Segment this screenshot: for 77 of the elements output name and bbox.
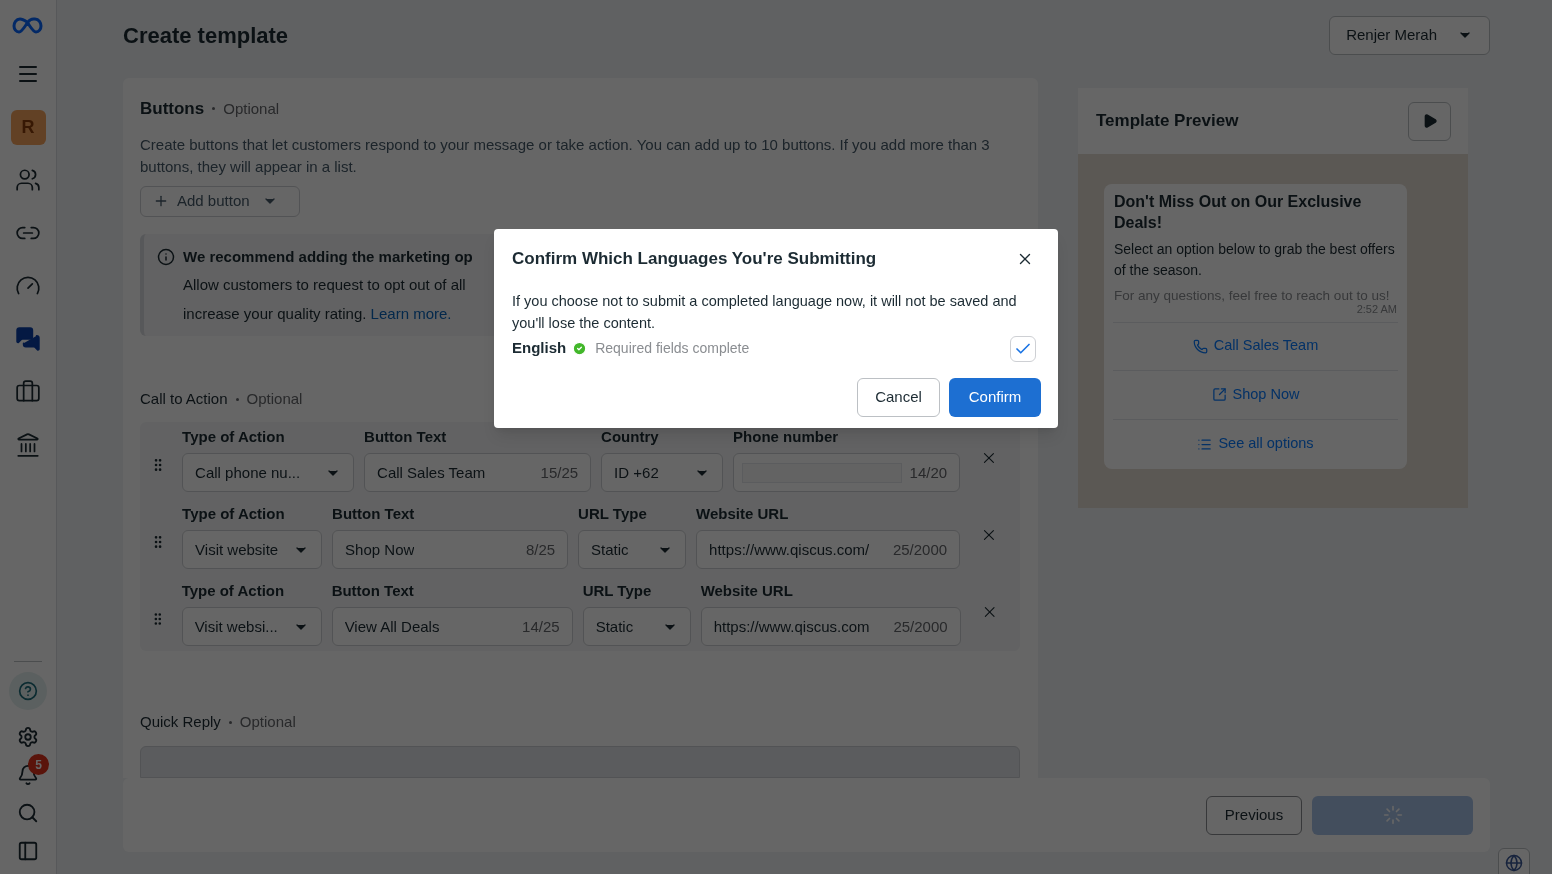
text-field[interactable]: Call Sales Team 15/25 bbox=[364, 453, 592, 493]
text-field[interactable]: Shop Now 8/25 bbox=[332, 530, 569, 570]
globe-icon bbox=[1505, 854, 1523, 872]
optional-label: Optional bbox=[246, 388, 303, 409]
check-circle-icon bbox=[572, 341, 588, 356]
preview-action-button[interactable]: Call Sales Team bbox=[1192, 335, 1319, 357]
field-label: Button Text bbox=[364, 427, 448, 448]
play-button[interactable] bbox=[1408, 101, 1451, 141]
text-field[interactable]: https://www.qiscus.com/ 25/2000 bbox=[696, 530, 961, 570]
field-label: Button Text bbox=[331, 581, 415, 602]
optional-label: Optional bbox=[239, 712, 296, 733]
search-icon[interactable] bbox=[17, 802, 39, 824]
list-icon bbox=[1197, 436, 1213, 452]
section-title: Call to Action bbox=[140, 388, 228, 409]
field-label: Website URL bbox=[696, 504, 790, 525]
account-dropdown[interactable]: Renjer Merah bbox=[1329, 15, 1490, 55]
help-icon bbox=[18, 681, 38, 701]
briefcase-icon[interactable] bbox=[15, 379, 41, 405]
language-status: Required fields complete bbox=[595, 339, 750, 358]
dropdown[interactable]: Static bbox=[578, 530, 687, 570]
character-count: 25/2000 bbox=[892, 539, 948, 560]
field-label: URL Type bbox=[578, 504, 648, 525]
banner-title: We recommend adding the marketing op bbox=[183, 246, 473, 267]
banner-text: Allow customers to request to opt out of all bbox=[183, 275, 467, 296]
optional-label: Optional bbox=[223, 98, 280, 119]
field-label: URL Type bbox=[582, 581, 653, 602]
field-label: Button Text bbox=[332, 504, 416, 525]
dialog-text: If you choose not to submit a completed language now, it will not be saved and you'll lose the content. bbox=[512, 291, 1018, 333]
field-label: Type of Action bbox=[181, 581, 286, 602]
help-button[interactable] bbox=[9, 672, 47, 710]
character-count: 14/25 bbox=[522, 616, 560, 637]
chat-icon[interactable] bbox=[15, 326, 41, 352]
language-name: English bbox=[512, 338, 567, 359]
external-link-icon bbox=[1211, 387, 1227, 402]
dialog-title: Confirm Which Languages You're Submitting bbox=[512, 248, 877, 270]
language-checkbox[interactable] bbox=[1010, 335, 1036, 362]
confirm-button[interactable]: Confirm bbox=[949, 377, 1041, 417]
dropdown[interactable]: Visit websi... bbox=[181, 607, 322, 647]
infinity-logo-icon bbox=[12, 16, 44, 36]
preview-title: Template Preview bbox=[1096, 110, 1239, 133]
learn-more-link[interactable]: Learn more. bbox=[370, 304, 452, 322]
section-description: Create buttons that let customers respond to your message or take action. You can add up to 10 buttons. If you add more than 3 buttons, they will appear in a list. bbox=[140, 134, 991, 177]
section-title: Quick Reply bbox=[140, 712, 221, 733]
field-label: Type of Action bbox=[182, 504, 286, 525]
settings-icon[interactable] bbox=[17, 726, 39, 748]
sidebar-toggle-icon[interactable] bbox=[17, 840, 39, 862]
preview-action-button[interactable]: Shop Now bbox=[1211, 383, 1300, 406]
cancel-button[interactable]: Cancel bbox=[857, 377, 940, 417]
field-label: Type of Action bbox=[182, 427, 286, 448]
character-count: 15/25 bbox=[540, 462, 579, 483]
phone-icon bbox=[1192, 338, 1208, 354]
character-count: 25/2000 bbox=[893, 616, 948, 637]
field-label: Phone number bbox=[733, 427, 840, 448]
loading-spinner-icon bbox=[1382, 805, 1403, 825]
notification-badge: 5 bbox=[28, 754, 49, 775]
dropdown[interactable]: ID +62 bbox=[601, 453, 724, 493]
language-button[interactable] bbox=[1498, 848, 1530, 874]
message-header: Don't Miss Out on Our Exclusive Deals! bbox=[1114, 192, 1363, 233]
dropdown[interactable]: Static bbox=[582, 607, 691, 647]
preview-action-button[interactable]: See all options bbox=[1197, 433, 1314, 455]
dropdown[interactable]: Visit website bbox=[182, 530, 323, 570]
people-icon[interactable] bbox=[15, 167, 41, 193]
previous-button[interactable]: Previous bbox=[1206, 795, 1302, 835]
dropdown[interactable]: Call phone nu... bbox=[182, 453, 355, 493]
field-label: Country bbox=[601, 427, 660, 448]
info-icon bbox=[157, 247, 175, 266]
add-button[interactable]: Add button bbox=[140, 185, 300, 217]
section-title: Buttons bbox=[140, 98, 205, 120]
phone-field[interactable]: 14/20 bbox=[733, 453, 961, 493]
text-field[interactable]: View All Deals 14/25 bbox=[331, 607, 573, 647]
text-field[interactable]: https://www.qiscus.com 25/2000 bbox=[700, 607, 961, 647]
bank-icon[interactable] bbox=[15, 432, 41, 458]
message-body: Select an option below to grab the best offers of the season. bbox=[1114, 240, 1396, 280]
character-count: 8/25 bbox=[525, 539, 556, 560]
banner-text: increase your quality rating. Learn more. bbox=[183, 303, 453, 324]
page-title: Create template bbox=[123, 21, 289, 50]
field-label: Website URL bbox=[700, 581, 794, 602]
